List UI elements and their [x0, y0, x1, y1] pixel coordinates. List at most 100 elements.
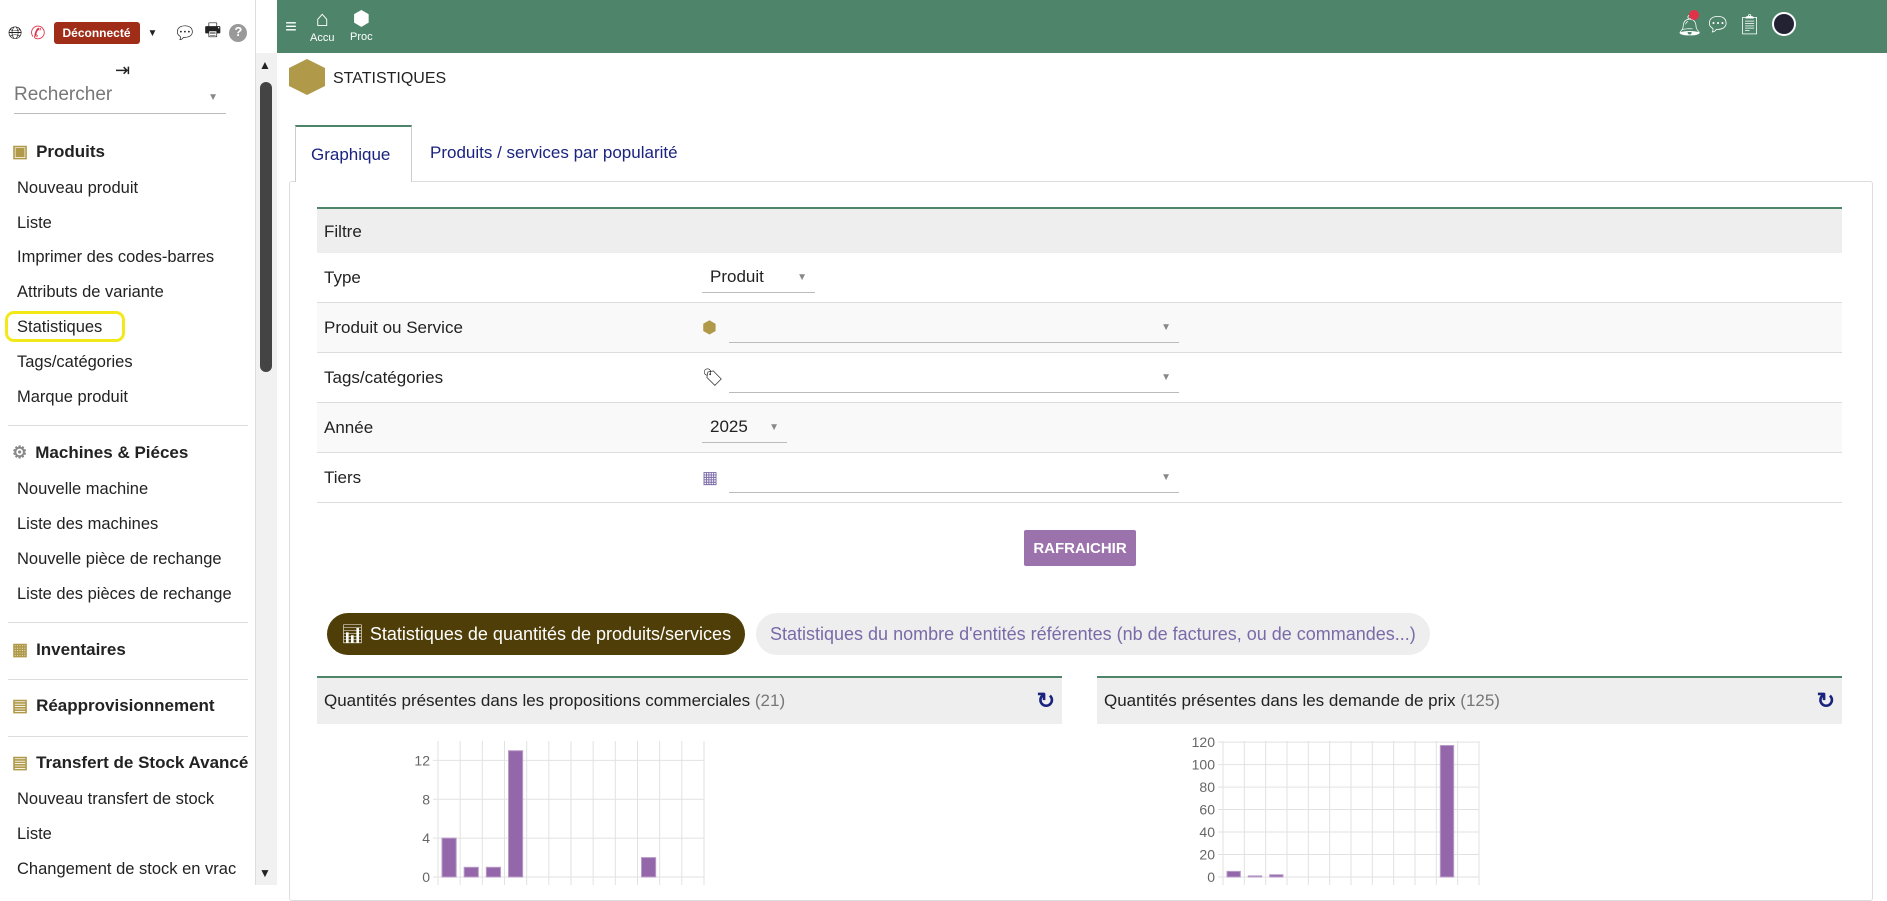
chart-header: Quantités présentes dans les demande de …	[1097, 676, 1842, 724]
pill-label: Statistiques de quantités de produits/se…	[369, 623, 732, 644]
section-machines[interactable]: ⚙ Machines & Piéces	[12, 443, 188, 463]
y-tick-label: 8	[422, 791, 430, 807]
sidebar-item-codes-barres[interactable]: Imprimer des codes-barres	[17, 248, 214, 267]
tag-icon: 🏷︎	[702, 367, 724, 387]
dolly-icon: ▤	[12, 753, 29, 772]
bar	[441, 837, 457, 878]
year-select[interactable]: 2025 ▼	[702, 413, 787, 443]
chats-icon[interactable]: 💬︎	[1705, 12, 1730, 37]
tab-graphique[interactable]: Graphique	[295, 125, 412, 182]
bar	[1269, 874, 1284, 878]
filter-row-tags: Tags/catégories 🏷︎ ▼	[317, 353, 1842, 403]
globe-icon[interactable]: 🌐︎	[8, 23, 22, 44]
section-inventaires[interactable]: ▦ Inventaires	[12, 640, 126, 660]
dolly-icon: ▤	[12, 696, 29, 715]
bar-chart-propositions: 0 4 8 12	[414, 741, 705, 885]
scroll-down-icon[interactable]: ▼	[259, 866, 271, 880]
tab-popularite[interactable]: Produits / services par popularité	[415, 125, 693, 181]
logout-icon[interactable]: ⇥	[115, 60, 130, 81]
tags-select[interactable]: ▼	[729, 363, 1179, 393]
sidebar-item-liste-pieces[interactable]: Liste des pièces de rechange	[17, 585, 232, 604]
home-icon: ⌂	[315, 6, 329, 31]
box-icon: ⬢	[702, 317, 717, 337]
y-tick-label: 4	[422, 830, 430, 846]
divider	[8, 622, 248, 623]
bar	[1247, 875, 1263, 878]
section-transfert[interactable]: ▤ Transfert de Stock Avancé	[12, 753, 248, 773]
gears-icon: ⚙	[12, 443, 28, 462]
refresh-icon[interactable]: ↻	[1817, 688, 1835, 714]
sidebar-item-attributs[interactable]: Attributs de variante	[17, 283, 164, 302]
help-icon[interactable]: ?	[229, 24, 248, 42]
y-tick-label: 80	[1199, 779, 1215, 795]
sidebar-item-changement-stock[interactable]: Changement de stock en vrac	[17, 860, 236, 879]
section-title: Produits	[36, 142, 106, 161]
avatar[interactable]	[1772, 12, 1796, 36]
pill-entities[interactable]: Statistiques du nombre d'entités référen…	[756, 613, 1430, 655]
chevron-down-icon: ▼	[1161, 471, 1171, 483]
pill-quantities[interactable]: 📊︎ Statistiques de quantités de produits/…	[327, 613, 746, 655]
refresh-icon[interactable]: ↻	[1037, 688, 1055, 714]
bell-icon[interactable]: 🔔︎	[1677, 10, 1702, 38]
notification-dot	[1689, 10, 1699, 20]
whatsapp-icon[interactable]: ✆	[30, 23, 45, 44]
filter-label: Type	[324, 267, 361, 287]
chevron-down-icon: ▼	[1161, 371, 1171, 383]
filter-label: Tags/catégories	[324, 367, 444, 387]
search-placeholder: Rechercher	[14, 84, 113, 105]
sidebar-item-nouveau-transfert[interactable]: Nouveau transfert de stock	[17, 790, 214, 809]
divider	[8, 736, 248, 737]
sidebar-item-nouvelle-machine[interactable]: Nouvelle machine	[17, 480, 148, 499]
chevron-down-icon[interactable]: ▼	[148, 28, 158, 39]
print-icon[interactable]: 🖶	[204, 18, 221, 48]
sidebar-item-liste-transfert[interactable]: Liste	[17, 825, 52, 844]
y-tick-label: 120	[1192, 734, 1216, 750]
bar-chart-demandes: 0 20 40 60 80 100 120	[1192, 734, 1480, 885]
sidebar-item-liste-machines[interactable]: Liste des machines	[17, 515, 158, 534]
chart-title: Quantités présentes dans les proposition…	[324, 691, 751, 710]
nav-products-label: Proc	[350, 31, 373, 43]
section-produits[interactable]: ▣ Produits	[12, 142, 105, 162]
bar	[508, 750, 524, 878]
y-tick-label: 100	[1192, 757, 1216, 773]
chat-icon[interactable]: 💬︎	[173, 23, 196, 44]
sidebar-item-statistiques[interactable]: Statistiques	[17, 318, 102, 337]
search-input[interactable]: Rechercher ▼	[14, 84, 226, 114]
product-select[interactable]: ▼	[729, 313, 1179, 343]
chevron-down-icon: ▼	[208, 92, 218, 103]
sidebar-toolbar: 🌐︎ ✆ Déconnecté ▼ 💬︎ 🖶 ?	[8, 18, 248, 48]
bar	[1439, 744, 1455, 878]
filter-label: Produit ou Service	[324, 317, 463, 337]
section-reappro[interactable]: ▤ Réapprovisionnement	[12, 696, 215, 716]
y-tick-label: 0	[1207, 869, 1215, 885]
scroll-up-icon[interactable]: ▲	[259, 58, 271, 72]
divider	[8, 679, 248, 680]
scrollbar-thumb[interactable]	[260, 82, 272, 372]
status-badge[interactable]: Déconnecté	[53, 22, 140, 44]
filter-row-annee: Année 2025 ▼	[317, 403, 1842, 453]
filter-row-type: Type Produit ▼	[317, 253, 1842, 303]
type-select[interactable]: Produit ▼	[702, 263, 815, 293]
sidebar-item-liste[interactable]: Liste	[17, 214, 52, 233]
y-tick-label: 0	[422, 869, 430, 885]
chevron-down-icon: ▼	[1161, 321, 1171, 333]
filter-header: Filtre	[317, 207, 1842, 253]
clipboard-icon[interactable]: 📋︎	[1737, 12, 1762, 37]
sidebar-item-tags[interactable]: Tags/catégories	[17, 353, 133, 372]
sidebar-item-marque[interactable]: Marque produit	[17, 388, 128, 407]
nav-home-label: Accu	[310, 32, 335, 44]
bar	[1226, 870, 1241, 878]
refresh-button[interactable]: RAFRAICHIR	[1024, 530, 1136, 566]
menu-icon[interactable]: ≡	[276, 16, 306, 39]
y-tick-label: 12	[414, 752, 430, 768]
sidebar-item-nouveau-produit[interactable]: Nouveau produit	[17, 179, 138, 198]
building-icon: ▦	[702, 467, 719, 487]
bar-chart-icon: 📊︎	[341, 623, 364, 644]
nav-products[interactable]: ⬢ Proc	[350, 6, 373, 43]
sidebar-item-nouvelle-piece[interactable]: Nouvelle pièce de rechange	[17, 550, 222, 569]
filter-row-tiers: Tiers ▦ ▼	[317, 453, 1842, 503]
box-icon: ▣	[12, 142, 29, 161]
nav-home[interactable]: ⌂ Accu	[310, 6, 334, 44]
box-icon: ⬢	[352, 8, 371, 30]
tiers-select[interactable]: ▼	[729, 463, 1179, 493]
